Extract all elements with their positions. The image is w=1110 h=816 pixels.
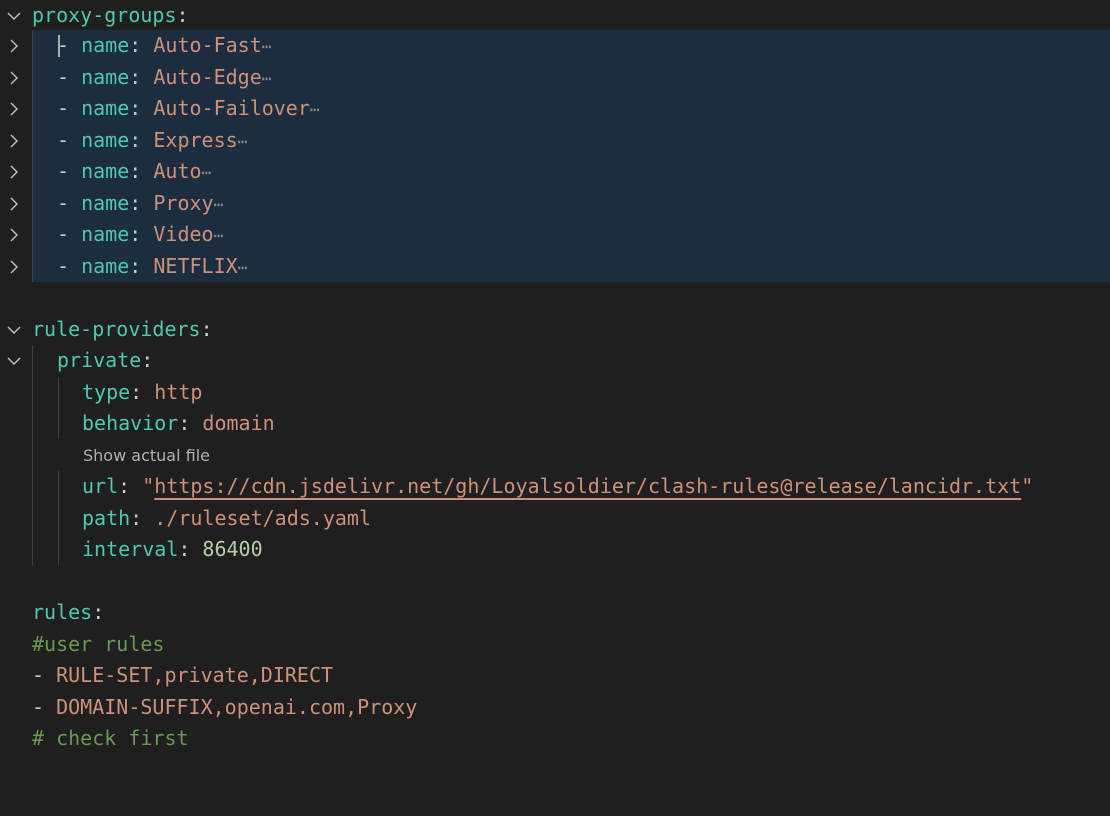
fold-toggle[interactable] — [0, 188, 28, 219]
chevron-right-icon — [10, 134, 18, 147]
yaml-value: Proxy — [153, 191, 214, 215]
yaml-key: name — [81, 65, 130, 89]
fold-ellipsis[interactable]: ⋯ — [214, 226, 224, 245]
yaml-value: Auto-Fast — [153, 33, 262, 57]
yaml-value: Auto-Edge — [153, 65, 262, 89]
yaml-number: 86400 — [202, 537, 263, 561]
chevron-down-icon — [7, 326, 21, 334]
code-line: path: ./ruleset/ads.yaml — [82, 506, 372, 530]
fold-toggle[interactable] — [0, 251, 28, 282]
show-actual-file-codelens[interactable]: Show actual file — [83, 440, 210, 471]
yaml-value: ./ruleset/ads.yaml — [154, 506, 372, 530]
chevron-down-icon — [7, 357, 21, 365]
code-line: behavior: domain — [82, 411, 275, 435]
fold-toggle[interactable] — [0, 314, 28, 345]
code-editor[interactable]: proxy-groups: - name: Auto-Fast⋯ - name:… — [0, 0, 1110, 750]
fold-toggle[interactable] — [0, 30, 28, 61]
code-line: - name: Auto⋯ — [0, 156, 1110, 187]
rule-entry: DOMAIN-SUFFIX,openai.com,Proxy — [56, 695, 418, 719]
yaml-key: name — [81, 254, 130, 278]
yaml-key: type — [82, 380, 131, 404]
fold-ellipsis[interactable]: ⋯ — [262, 69, 272, 88]
code-line: rule-providers: — [0, 314, 1110, 345]
fold-toggle[interactable] — [0, 62, 28, 93]
code-line: - name: Auto-Failover⋯ — [0, 93, 1110, 124]
code-line: - name: Proxy⋯ — [0, 188, 1110, 219]
fold-toggle[interactable] — [0, 93, 28, 124]
yaml-key: name — [81, 128, 130, 152]
chevron-right-icon — [10, 165, 18, 178]
yaml-value: Video — [153, 222, 214, 246]
code-line: - name: NETFLIX⋯ — [0, 251, 1110, 282]
chevron-right-icon — [10, 102, 18, 115]
yaml-value: Auto-Failover — [153, 96, 310, 120]
yaml-value: http — [154, 380, 203, 404]
yaml-key: rules — [32, 600, 93, 624]
yaml-key: private — [57, 348, 142, 372]
code-line: #user rules — [0, 629, 1110, 660]
yaml-value: Express — [153, 128, 238, 152]
fold-ellipsis[interactable]: ⋯ — [202, 163, 212, 182]
code-line: - DOMAIN-SUFFIX,openai.com,Proxy — [32, 695, 418, 719]
code-line: url: "https://cdn.jsdelivr.net/gh/Loyals… — [82, 474, 1034, 498]
yaml-key: name — [81, 33, 130, 57]
code-line: private: — [0, 345, 1110, 376]
fold-toggle[interactable] — [0, 125, 28, 156]
fold-toggle[interactable] — [0, 219, 28, 250]
code-line: - name: Express⋯ — [0, 125, 1110, 156]
chevron-right-icon — [10, 71, 18, 84]
code-line: - RULE-SET,private,DIRECT — [32, 663, 334, 687]
code-line: - name: Video⋯ — [0, 219, 1110, 250]
yaml-key: name — [81, 191, 130, 215]
chevron-right-icon — [10, 197, 18, 210]
yaml-key: url — [82, 474, 119, 498]
yaml-key: name — [81, 159, 130, 183]
yaml-key: proxy-groups — [32, 3, 177, 27]
yaml-value: NETFLIX — [153, 254, 238, 278]
yaml-key: rule-providers — [32, 317, 201, 341]
yaml-key: behavior — [82, 411, 179, 435]
yaml-key: path — [82, 506, 131, 530]
fold-ellipsis[interactable]: ⋯ — [238, 258, 248, 277]
fold-toggle[interactable] — [0, 156, 28, 187]
fold-toggle[interactable] — [0, 345, 28, 376]
chevron-right-icon — [10, 39, 18, 52]
fold-ellipsis[interactable]: ⋯ — [214, 195, 224, 214]
fold-ellipsis[interactable]: ⋯ — [238, 132, 248, 151]
code-line: interval: 86400 — [82, 537, 263, 561]
code-line: proxy-groups: — [0, 0, 1110, 31]
fold-ellipsis[interactable]: ⋯ — [262, 37, 272, 56]
code-line: - name: Auto-Edge⋯ — [0, 62, 1110, 93]
chevron-right-icon — [10, 228, 18, 241]
yaml-value: domain — [202, 411, 275, 435]
text-cursor — [58, 35, 60, 57]
chevron-right-icon — [10, 260, 18, 273]
code-line: type: http — [82, 380, 203, 404]
yaml-value: Auto — [153, 159, 202, 183]
code-line: # check first — [0, 723, 1110, 754]
yaml-key: name — [81, 96, 130, 120]
fold-ellipsis[interactable]: ⋯ — [310, 100, 320, 119]
fold-toggle[interactable] — [0, 0, 28, 31]
url-link[interactable]: https://cdn.jsdelivr.net/gh/Loyalsoldier… — [154, 474, 1021, 498]
code-line: - name: Auto-Fast⋯ — [0, 30, 1110, 61]
chevron-down-icon — [7, 12, 21, 20]
rule-entry: RULE-SET,private,DIRECT — [56, 663, 334, 687]
code-line: rules: — [32, 600, 105, 624]
yaml-comment: # check first — [32, 726, 189, 750]
yaml-key: interval — [82, 537, 179, 561]
yaml-comment: #user rules — [32, 632, 165, 656]
yaml-key: name — [81, 222, 130, 246]
